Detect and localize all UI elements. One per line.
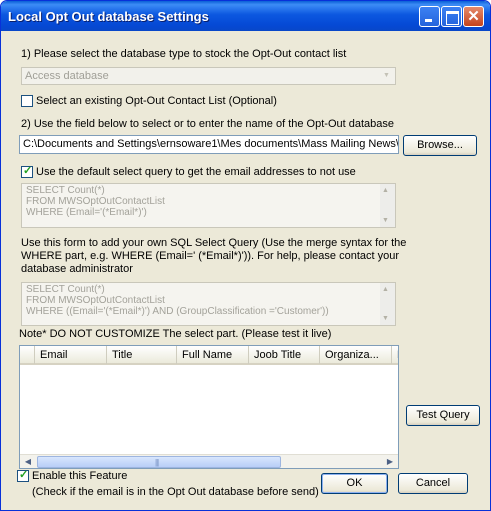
scroll-left-icon[interactable]: ◀ <box>20 455 36 468</box>
existing-list-checkbox[interactable] <box>21 95 33 107</box>
scroll-down-icon: ▼ <box>382 217 389 224</box>
column-header-next[interactable]: F <box>392 346 398 364</box>
database-path-value: C:\Documents and Settings\ernsoware1\Mes… <box>23 138 399 150</box>
enable-feature-label: Enable this Feature <box>32 470 128 482</box>
customize-note: Note* DO NOT CUSTOMIZE The select part. … <box>19 328 332 340</box>
step2-label: 2) Use the field below to select or to e… <box>21 118 394 130</box>
column-header-full-name[interactable]: Full Name <box>177 346 249 364</box>
minimize-button[interactable] <box>419 6 440 27</box>
cancel-button[interactable]: Cancel <box>398 473 468 494</box>
scrollbar-thumb[interactable]: ||| <box>37 456 281 468</box>
default-query-line: FROM MWSOptOutContactList <box>26 196 165 207</box>
enable-feature-checkbox[interactable] <box>17 468 29 482</box>
column-header-title[interactable]: Title <box>107 346 177 364</box>
ok-button[interactable]: OK <box>321 473 388 494</box>
vertical-scrollbar[interactable]: ▲ ▼ <box>380 283 395 325</box>
grip-icon: ||| <box>155 458 159 467</box>
column-header-job-title[interactable]: Joob Title <box>249 346 320 364</box>
existing-list-label: Select an existing Opt-Out Contact List … <box>36 95 277 107</box>
default-query-checkbox[interactable] <box>21 164 33 178</box>
custom-query-line: FROM MWSOptOutContactList <box>26 295 165 306</box>
column-header-organization[interactable]: Organiza... <box>320 346 392 364</box>
custom-query-description-line: WHERE part, e.g. WHERE (Email=' (*Email*… <box>21 250 400 262</box>
custom-query-description-line: Use this form to add your own SQL Select… <box>21 237 407 249</box>
column-header-email[interactable]: Email <box>35 346 107 364</box>
enable-feature-hint: (Check if the email is in the Opt Out da… <box>32 486 319 498</box>
dialog-window: Local Opt Out database Settings ✕ 1) Ple… <box>0 0 491 511</box>
window-title: Local Opt Out database Settings <box>8 9 209 24</box>
default-query-line: WHERE (Email='(*Email*)') <box>26 207 147 218</box>
database-path-field[interactable]: C:\Documents and Settings\ernsoware1\Mes… <box>19 135 399 154</box>
title-bar[interactable]: Local Opt Out database Settings ✕ <box>1 1 490 31</box>
default-query-line: SELECT Count(*) <box>26 185 105 196</box>
horizontal-scrollbar[interactable]: ◀ ||| ▶ <box>20 454 398 468</box>
row-selector-header <box>20 346 35 364</box>
custom-query-line: WHERE ((Email='(*Email*)') AND (GroupCla… <box>26 306 329 317</box>
results-grid[interactable]: Email Title Full Name Joob Title Organiz… <box>19 345 399 469</box>
close-button[interactable]: ✕ <box>463 6 484 27</box>
chevron-down-icon: ▼ <box>383 72 390 79</box>
step1-label: 1) Please select the database type to st… <box>21 48 347 60</box>
browse-button[interactable]: Browse... <box>403 135 477 156</box>
test-query-button[interactable]: Test Query <box>406 405 480 426</box>
scroll-down-icon: ▼ <box>382 315 389 322</box>
custom-query-description: Use this form to add your own SQL Select… <box>21 237 406 276</box>
maximize-button[interactable] <box>441 6 462 27</box>
default-query-label: Use the default select query to get the … <box>36 166 356 178</box>
custom-query-textarea[interactable]: SELECT Count(*) FROM MWSOptOutContactLis… <box>21 282 396 326</box>
scroll-up-icon: ▲ <box>382 187 389 194</box>
scroll-up-icon: ▲ <box>382 286 389 293</box>
close-icon: ✕ <box>467 8 480 25</box>
custom-query-description-line: database administrator <box>21 263 133 275</box>
custom-query-line: SELECT Count(*) <box>26 284 105 295</box>
maximize-icon <box>442 7 461 26</box>
default-query-textarea[interactable]: SELECT Count(*) FROM MWSOptOutContactLis… <box>21 183 396 228</box>
scroll-right-icon[interactable]: ▶ <box>382 455 398 468</box>
grid-header: Email Title Full Name Joob Title Organiz… <box>20 346 398 365</box>
vertical-scrollbar[interactable]: ▲ ▼ <box>380 184 395 227</box>
dialog-content: 1) Please select the database type to st… <box>5 31 486 506</box>
database-type-value: Access database <box>25 70 109 82</box>
minimize-icon <box>420 7 439 26</box>
database-type-select[interactable]: Access database ▼ <box>21 67 396 85</box>
